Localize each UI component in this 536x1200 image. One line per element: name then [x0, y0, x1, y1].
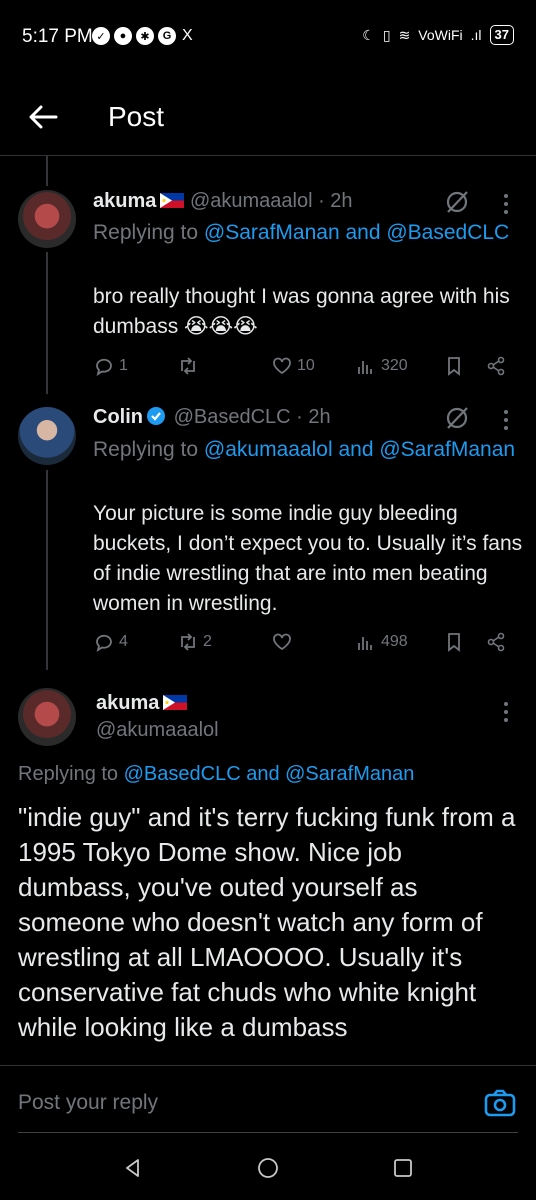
philippines-flag-icon [163, 695, 188, 710]
timestamp: · 2h [318, 190, 353, 212]
like-button[interactable]: 10 [271, 355, 315, 377]
page-title: Post [108, 101, 165, 132]
system-nav-bar [0, 1133, 536, 1200]
timestamp: · 2h [296, 406, 331, 428]
camera-icon[interactable] [484, 1088, 516, 1118]
handle[interactable]: @akumaaalol [96, 719, 219, 742]
network-label: VoWiFi [418, 27, 463, 43]
like-count: 10 [297, 357, 315, 374]
like-button[interactable] [271, 631, 297, 653]
app-icon: ✱ [136, 27, 154, 45]
reply-icon [96, 358, 112, 376]
thread-line [46, 156, 48, 186]
main-post-text: "indie guy" and it's terry fucking funk … [18, 802, 516, 1042]
display-name[interactable]: akuma [93, 190, 156, 212]
views-icon [358, 637, 372, 650]
reply-button[interactable]: 1 [93, 355, 128, 377]
views-button[interactable]: 498 [355, 631, 408, 653]
reply-input[interactable]: Post your reply [18, 1091, 158, 1115]
replying-link[interactable]: @SarafManan and @BasedCLC [204, 221, 509, 244]
repost-icon [181, 357, 195, 375]
heart-icon [273, 357, 291, 375]
wifi-icon: ≋ [398, 26, 411, 43]
handle[interactable]: @BasedCLC [174, 406, 291, 428]
avatar[interactable] [18, 407, 76, 465]
main-post-header: akuma [96, 692, 188, 715]
tweet-actions: 4 2 498 [93, 631, 523, 657]
reply-icon [96, 634, 112, 652]
views-button[interactable]: 320 [355, 355, 408, 377]
replying-label: Replying to [93, 438, 199, 461]
grok-icon[interactable] [443, 404, 471, 432]
battery-icon: 37 [489, 25, 514, 45]
avatar[interactable] [18, 688, 76, 746]
nav-back-icon[interactable] [122, 1157, 144, 1179]
vibrate-icon: ▯ [382, 26, 391, 43]
signal-icon: .ıl [470, 27, 482, 43]
tweet-actions: 1 10 320 [93, 355, 523, 381]
google-icon: G [158, 27, 176, 45]
reply-count: 1 [119, 357, 128, 374]
replying-to: Replying to @SarafManan and @BasedCLC [93, 218, 523, 248]
repost-count: 2 [203, 633, 212, 650]
notification-icons: ✓ ● ✱ G X [92, 27, 193, 45]
verified-badge-icon [147, 407, 165, 425]
avatar[interactable] [18, 190, 76, 248]
status-time: 5:17 PM [22, 26, 93, 47]
repost-button[interactable] [177, 355, 203, 377]
status-right: ☾ ▯ ≋ VoWiFi .ıl 37 [362, 25, 514, 45]
more-options-icon[interactable] [498, 700, 514, 724]
replying-link[interactable]: @BasedCLC and @SarafManan [124, 763, 415, 785]
reply-count: 4 [119, 633, 128, 650]
reply-bar: Post your reply [0, 1065, 536, 1133]
share-icon[interactable] [485, 631, 507, 653]
repost-icon [181, 633, 195, 651]
replying-link[interactable]: @akumaaalol and @SarafManan [204, 438, 515, 461]
thread-line [46, 252, 48, 394]
back-arrow-icon[interactable] [26, 100, 60, 134]
repost-button[interactable]: 2 [177, 631, 212, 653]
tweet-text: bro really thought I was gonna agree wit… [93, 285, 510, 338]
bookmark-icon[interactable] [443, 355, 465, 377]
share-icon[interactable] [485, 355, 507, 377]
view-count: 498 [381, 633, 408, 650]
replying-to: Replying to @akumaaalol and @SarafManan [93, 435, 523, 465]
more-options-icon[interactable] [498, 192, 514, 216]
tweet-text: Your picture is some indie guy bleeding … [93, 502, 523, 615]
reply-button[interactable]: 4 [93, 631, 128, 653]
handle[interactable]: @akumaaalol [190, 190, 313, 212]
grok-icon[interactable] [443, 188, 471, 216]
tweet-header: akuma @akumaaalol · 2h [93, 190, 353, 213]
chat-icon: ● [114, 27, 132, 45]
replying-to: Replying to @BasedCLC and @SarafManan [18, 763, 414, 786]
display-name[interactable]: akuma [96, 692, 159, 714]
more-options-icon[interactable] [498, 408, 514, 432]
replying-label: Replying to [18, 763, 119, 785]
messenger-icon: ✓ [92, 27, 110, 45]
thread-line [46, 470, 48, 670]
replying-label: Replying to [93, 221, 199, 244]
philippines-flag-icon [160, 193, 185, 208]
tweet-header: Colin @BasedCLC · 2h [93, 406, 331, 429]
dnd-moon-icon: ☾ [362, 26, 375, 43]
x-app-icon: X [182, 27, 193, 44]
status-bar: 5:17 PM ✓ ● ✱ G X ☾ ▯ ≋ VoWiFi .ıl 37 [0, 0, 536, 80]
heart-icon [273, 633, 291, 651]
view-count: 320 [381, 357, 408, 374]
nav-recents-icon[interactable] [392, 1157, 414, 1179]
top-bar: Post [0, 80, 536, 156]
views-icon [358, 361, 372, 374]
bookmark-icon[interactable] [443, 631, 465, 653]
display-name[interactable]: Colin [93, 406, 143, 428]
nav-home-icon[interactable] [257, 1157, 279, 1179]
